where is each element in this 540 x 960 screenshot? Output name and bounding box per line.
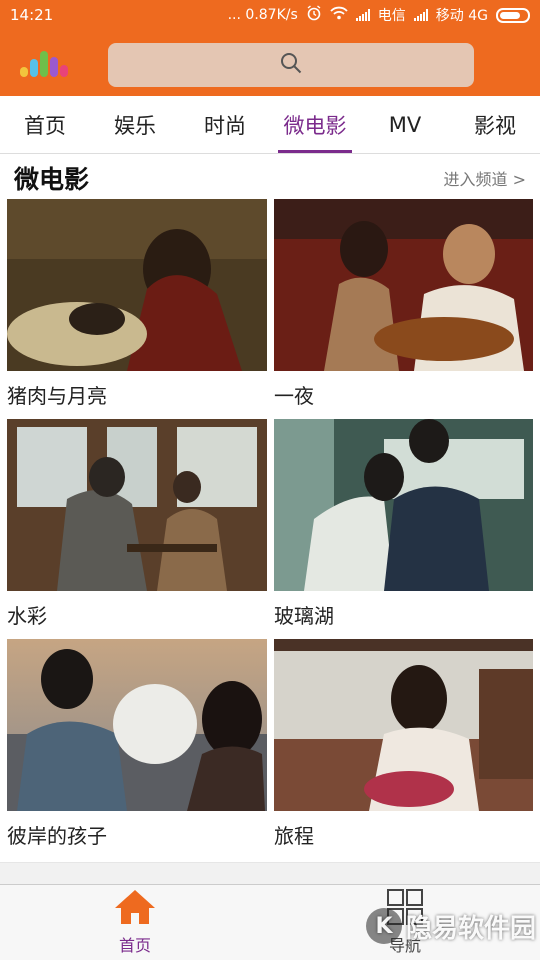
video-thumbnail[interactable]	[274, 639, 533, 811]
video-card[interactable]: 玻璃湖	[274, 419, 533, 639]
video-thumbnail[interactable]	[7, 199, 267, 371]
tab-home[interactable]: 首页	[0, 96, 90, 153]
search-icon[interactable]	[279, 51, 303, 79]
carrier-1: 电信	[377, 8, 406, 24]
video-title[interactable]: 彼岸的孩子	[7, 811, 267, 859]
video-card[interactable]: 猪肉与月亮	[7, 199, 267, 419]
watermark-badge: K	[365, 908, 402, 944]
video-title[interactable]: 一夜	[274, 371, 533, 419]
video-thumbnail[interactable]	[7, 419, 267, 591]
enter-channel-link[interactable]: 进入频道 >	[444, 166, 527, 190]
video-title[interactable]: 猪肉与月亮	[7, 371, 267, 419]
wifi-icon	[330, 6, 348, 24]
video-thumbnail[interactable]	[274, 419, 533, 591]
alarm-icon	[306, 5, 322, 25]
video-title[interactable]: 水彩	[7, 591, 267, 639]
status-indicators: ... 0.87K/s 电信 移动 4G	[228, 5, 530, 25]
video-card[interactable]: 水彩	[7, 419, 267, 639]
home-icon	[113, 888, 157, 930]
search-bar[interactable]	[108, 43, 474, 87]
section-header: 微电影 进入频道 >	[0, 156, 540, 200]
video-card[interactable]: 旅程	[274, 639, 533, 859]
video-title[interactable]: 玻璃湖	[274, 591, 533, 639]
video-card[interactable]: 一夜	[274, 199, 533, 419]
app-header	[0, 30, 540, 96]
video-thumbnail[interactable]	[7, 639, 267, 811]
net-speed: ... 0.87K/s	[227, 7, 298, 23]
tab-entertainment[interactable]: 娱乐	[90, 96, 180, 153]
video-card[interactable]: 彼岸的孩子	[7, 639, 267, 859]
tab-mv[interactable]: MV	[360, 96, 450, 153]
watermark: K 隐易软件园	[365, 906, 536, 946]
signal-icon-2	[413, 9, 428, 21]
tab-fashion[interactable]: 时尚	[180, 96, 270, 153]
battery-icon	[496, 7, 530, 23]
video-grid: 猪肉与月亮 一夜 水彩 玻璃湖 彼岸的孩子 旅程	[7, 199, 533, 859]
section-title: 微电影	[14, 165, 90, 194]
tab-micro-film[interactable]: 微电影	[270, 96, 360, 153]
signal-icon	[355, 9, 370, 21]
status-time: 14:21	[10, 6, 54, 24]
status-bar: 14:21 ... 0.87K/s 电信 移动 4G	[0, 0, 540, 30]
watermark-text: 隐易软件园	[405, 913, 536, 944]
nav-home[interactable]: 首页	[0, 885, 270, 960]
app-logo[interactable]	[18, 43, 78, 83]
carrier-2: 移动 4G	[435, 8, 488, 24]
video-title[interactable]: 旅程	[274, 811, 533, 859]
category-tabs: 首页 娱乐 时尚 微电影 MV 影视	[0, 96, 540, 154]
video-thumbnail[interactable]	[274, 199, 533, 371]
tab-film-tv[interactable]: 影视	[450, 96, 540, 153]
footer-spacer	[0, 862, 540, 884]
nav-home-label: 首页	[118, 936, 151, 955]
bottom-nav: 首页 导航 K 隐易软件园	[0, 884, 540, 960]
